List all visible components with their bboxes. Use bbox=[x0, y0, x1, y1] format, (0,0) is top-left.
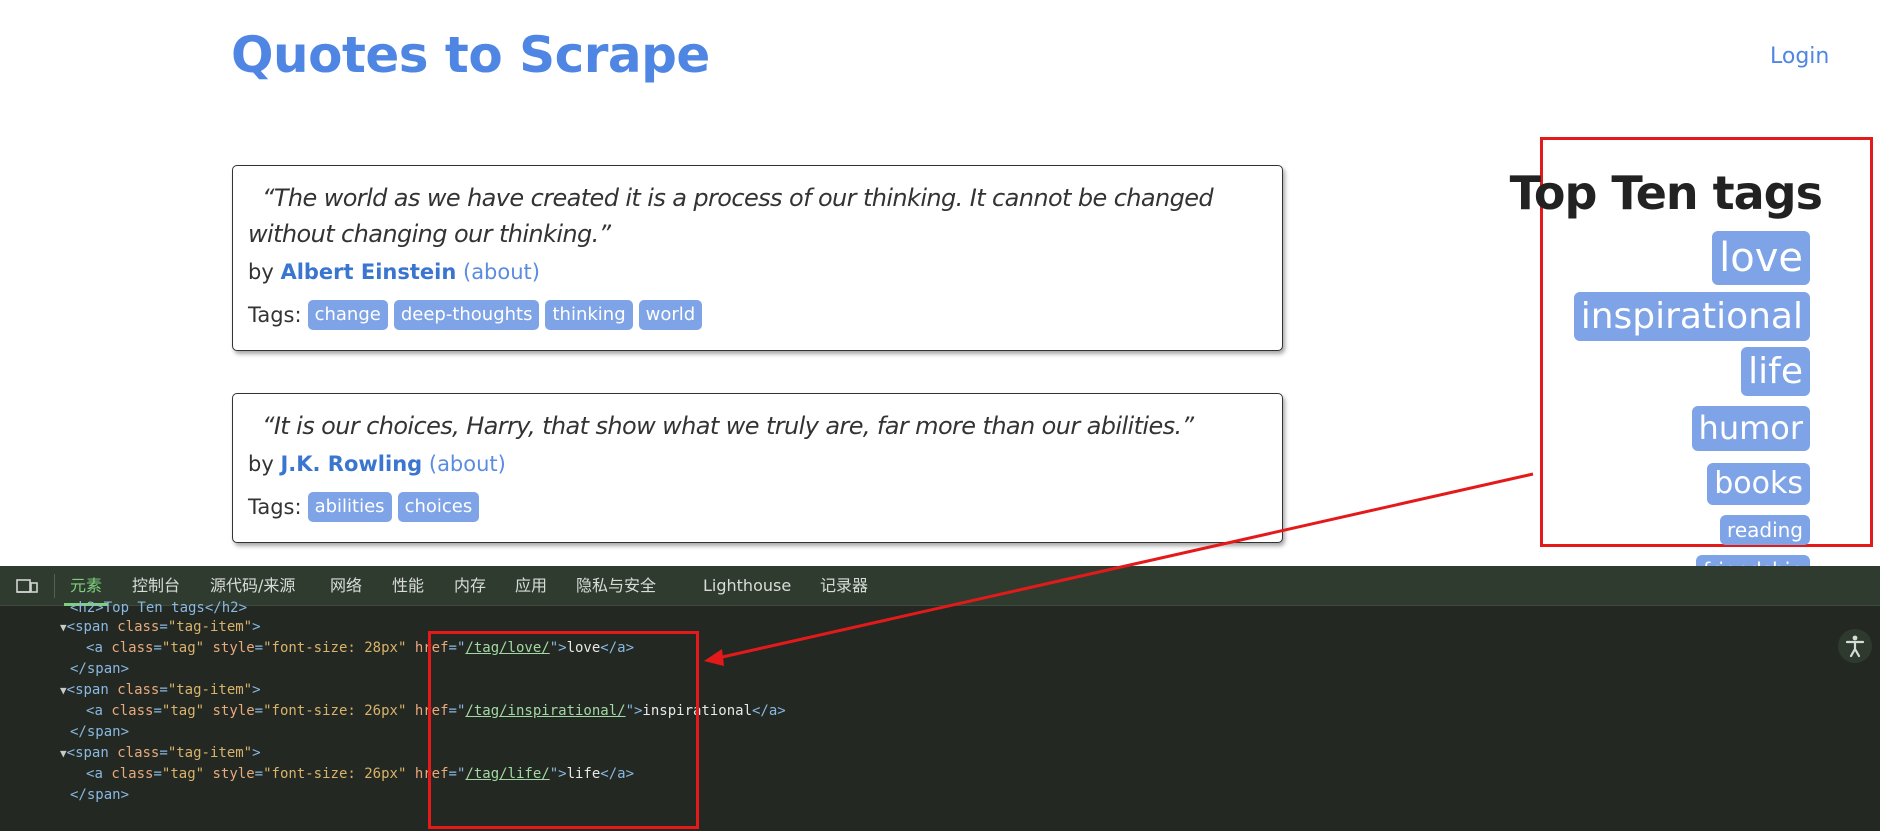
attr-name: style bbox=[212, 703, 255, 719]
closing-tag: </span> bbox=[70, 661, 130, 677]
tags-line: Tags: abilities choices bbox=[248, 492, 1267, 522]
tag-name: a bbox=[94, 703, 103, 719]
quote-text: “It is our choices, Harry, that show wha… bbox=[248, 408, 1267, 444]
tag-name: a bbox=[94, 640, 103, 656]
quote-card: “It is our choices, Harry, that show wha… bbox=[232, 393, 1283, 543]
closing-tag: </span> bbox=[70, 724, 130, 740]
tags-line: Tags: change deep-thoughts thinking worl… bbox=[248, 300, 1267, 330]
attr-name: class bbox=[111, 703, 154, 719]
dom-node-span[interactable]: ▼<span class="tag-item"> bbox=[60, 742, 261, 764]
tab-network[interactable]: 网络 bbox=[330, 566, 362, 606]
top-tags-highlight-box: Top Ten tags love inspirational life hum… bbox=[1510, 137, 1873, 566]
attr-name: style bbox=[212, 640, 255, 656]
elements-tree: <h2>Top Ten tags</h2> ▼<span class="tag-… bbox=[0, 600, 1880, 831]
dom-node-close: </span> bbox=[70, 784, 129, 806]
attr-value: "tag" bbox=[161, 640, 205, 656]
attr-name: class bbox=[117, 745, 160, 761]
tag-link[interactable]: choices bbox=[397, 492, 480, 522]
devtools-toolbar: 元素 控制台 源代码/来源 网络 性能 内存 应用 隐私与安全 Lighthou… bbox=[0, 566, 1880, 606]
top-tag-link[interactable]: friendship bbox=[1696, 555, 1810, 566]
tags-label: Tags: bbox=[248, 495, 302, 519]
accessibility-icon[interactable] bbox=[1838, 629, 1872, 663]
expand-triangle-icon[interactable]: ▼ bbox=[60, 747, 67, 760]
attr-value: "font-size: 26px" bbox=[263, 703, 407, 719]
top-tag-link[interactable]: life bbox=[1741, 347, 1810, 396]
attr-name: style bbox=[212, 766, 255, 782]
tab-privacy-security[interactable]: 隐私与安全 bbox=[576, 566, 656, 606]
tags-label: Tags: bbox=[248, 303, 302, 327]
attr-name: class bbox=[117, 682, 160, 698]
tab-lighthouse[interactable]: Lighthouse bbox=[703, 566, 791, 606]
quote-text-line: without changing our thinking.” bbox=[248, 220, 611, 248]
closing-tag: </span> bbox=[70, 787, 130, 803]
attr-value: "tag-item" bbox=[167, 682, 253, 698]
webpage-viewport: Quotes to Scrape Login “The world as we … bbox=[0, 0, 1880, 566]
author-name: Albert Einstein bbox=[280, 260, 457, 284]
site-title-link[interactable]: Quotes to Scrape bbox=[231, 26, 710, 84]
quote-attribution: by Albert Einstein (about) bbox=[248, 258, 1267, 286]
tag-name: span bbox=[75, 682, 109, 698]
expand-triangle-icon[interactable]: ▼ bbox=[60, 684, 67, 697]
top-tags-heading: Top Ten tags bbox=[1509, 166, 1823, 220]
devtools-panel: 元素 控制台 源代码/来源 网络 性能 内存 应用 隐私与安全 Lighthou… bbox=[0, 566, 1880, 831]
quote-attribution: by J.K. Rowling (about) bbox=[248, 450, 1267, 478]
tag-name: a bbox=[94, 766, 103, 782]
tag-link[interactable]: deep-thoughts bbox=[393, 300, 540, 330]
top-tag-link[interactable]: love bbox=[1712, 231, 1810, 285]
attr-value: "tag-item" bbox=[167, 745, 253, 761]
author-name: J.K. Rowling bbox=[280, 452, 423, 476]
dom-node-span[interactable]: ▼<span class="tag-item"> bbox=[60, 616, 261, 638]
closing-tag: </a> bbox=[752, 703, 786, 719]
tag-name: span bbox=[75, 619, 109, 635]
top-tag-link[interactable]: inspirational bbox=[1573, 292, 1810, 341]
attr-value: "font-size: 28px" bbox=[263, 640, 407, 656]
attr-name: class bbox=[111, 640, 154, 656]
attr-value: "tag" bbox=[161, 766, 205, 782]
tab-recorder[interactable]: 记录器 bbox=[820, 566, 868, 606]
tab-memory[interactable]: 内存 bbox=[454, 566, 486, 606]
tag-name: span bbox=[75, 745, 109, 761]
tab-performance[interactable]: 性能 bbox=[392, 566, 424, 606]
login-link[interactable]: Login bbox=[1770, 44, 1829, 69]
tag-link[interactable]: thinking bbox=[545, 300, 633, 330]
by-label: by bbox=[248, 452, 274, 476]
quote-text-line: “It is our choices, Harry, that show wha… bbox=[262, 412, 1194, 440]
h2-source: <h2>Top Ten tags</h2> bbox=[70, 600, 248, 616]
tag-link[interactable]: change bbox=[307, 300, 388, 330]
tag-link[interactable]: world bbox=[638, 300, 703, 330]
tag-link[interactable]: abilities bbox=[307, 492, 392, 522]
device-toggle-icon[interactable] bbox=[16, 576, 38, 596]
quote-card: “The world as we have created it is a pr… bbox=[232, 165, 1283, 351]
by-label: by bbox=[248, 260, 274, 284]
quote-text-line: “The world as we have created it is a pr… bbox=[262, 184, 1214, 212]
about-link[interactable]: (about) bbox=[429, 452, 506, 476]
tab-application[interactable]: 应用 bbox=[515, 566, 547, 606]
quote-text: “The world as we have created it is a pr… bbox=[248, 180, 1267, 252]
top-tag-link[interactable]: humor bbox=[1691, 406, 1810, 451]
expand-triangle-icon[interactable]: ▼ bbox=[60, 621, 67, 634]
attr-value: "tag-item" bbox=[167, 619, 253, 635]
attr-value: "tag" bbox=[161, 703, 205, 719]
dom-node-close: </span> bbox=[70, 721, 129, 743]
top-tag-link[interactable]: reading bbox=[1720, 515, 1810, 545]
attr-name: class bbox=[111, 766, 154, 782]
attr-value: "font-size: 26px" bbox=[263, 766, 407, 782]
dom-node-close: </span> bbox=[70, 658, 129, 680]
dom-node-span[interactable]: ▼<span class="tag-item"> bbox=[60, 679, 261, 701]
toolbar-separator bbox=[54, 574, 55, 598]
code-highlight-box bbox=[428, 631, 699, 829]
attr-name: class bbox=[117, 619, 160, 635]
top-tag-link[interactable]: books bbox=[1707, 463, 1810, 505]
about-link[interactable]: (about) bbox=[463, 260, 540, 284]
